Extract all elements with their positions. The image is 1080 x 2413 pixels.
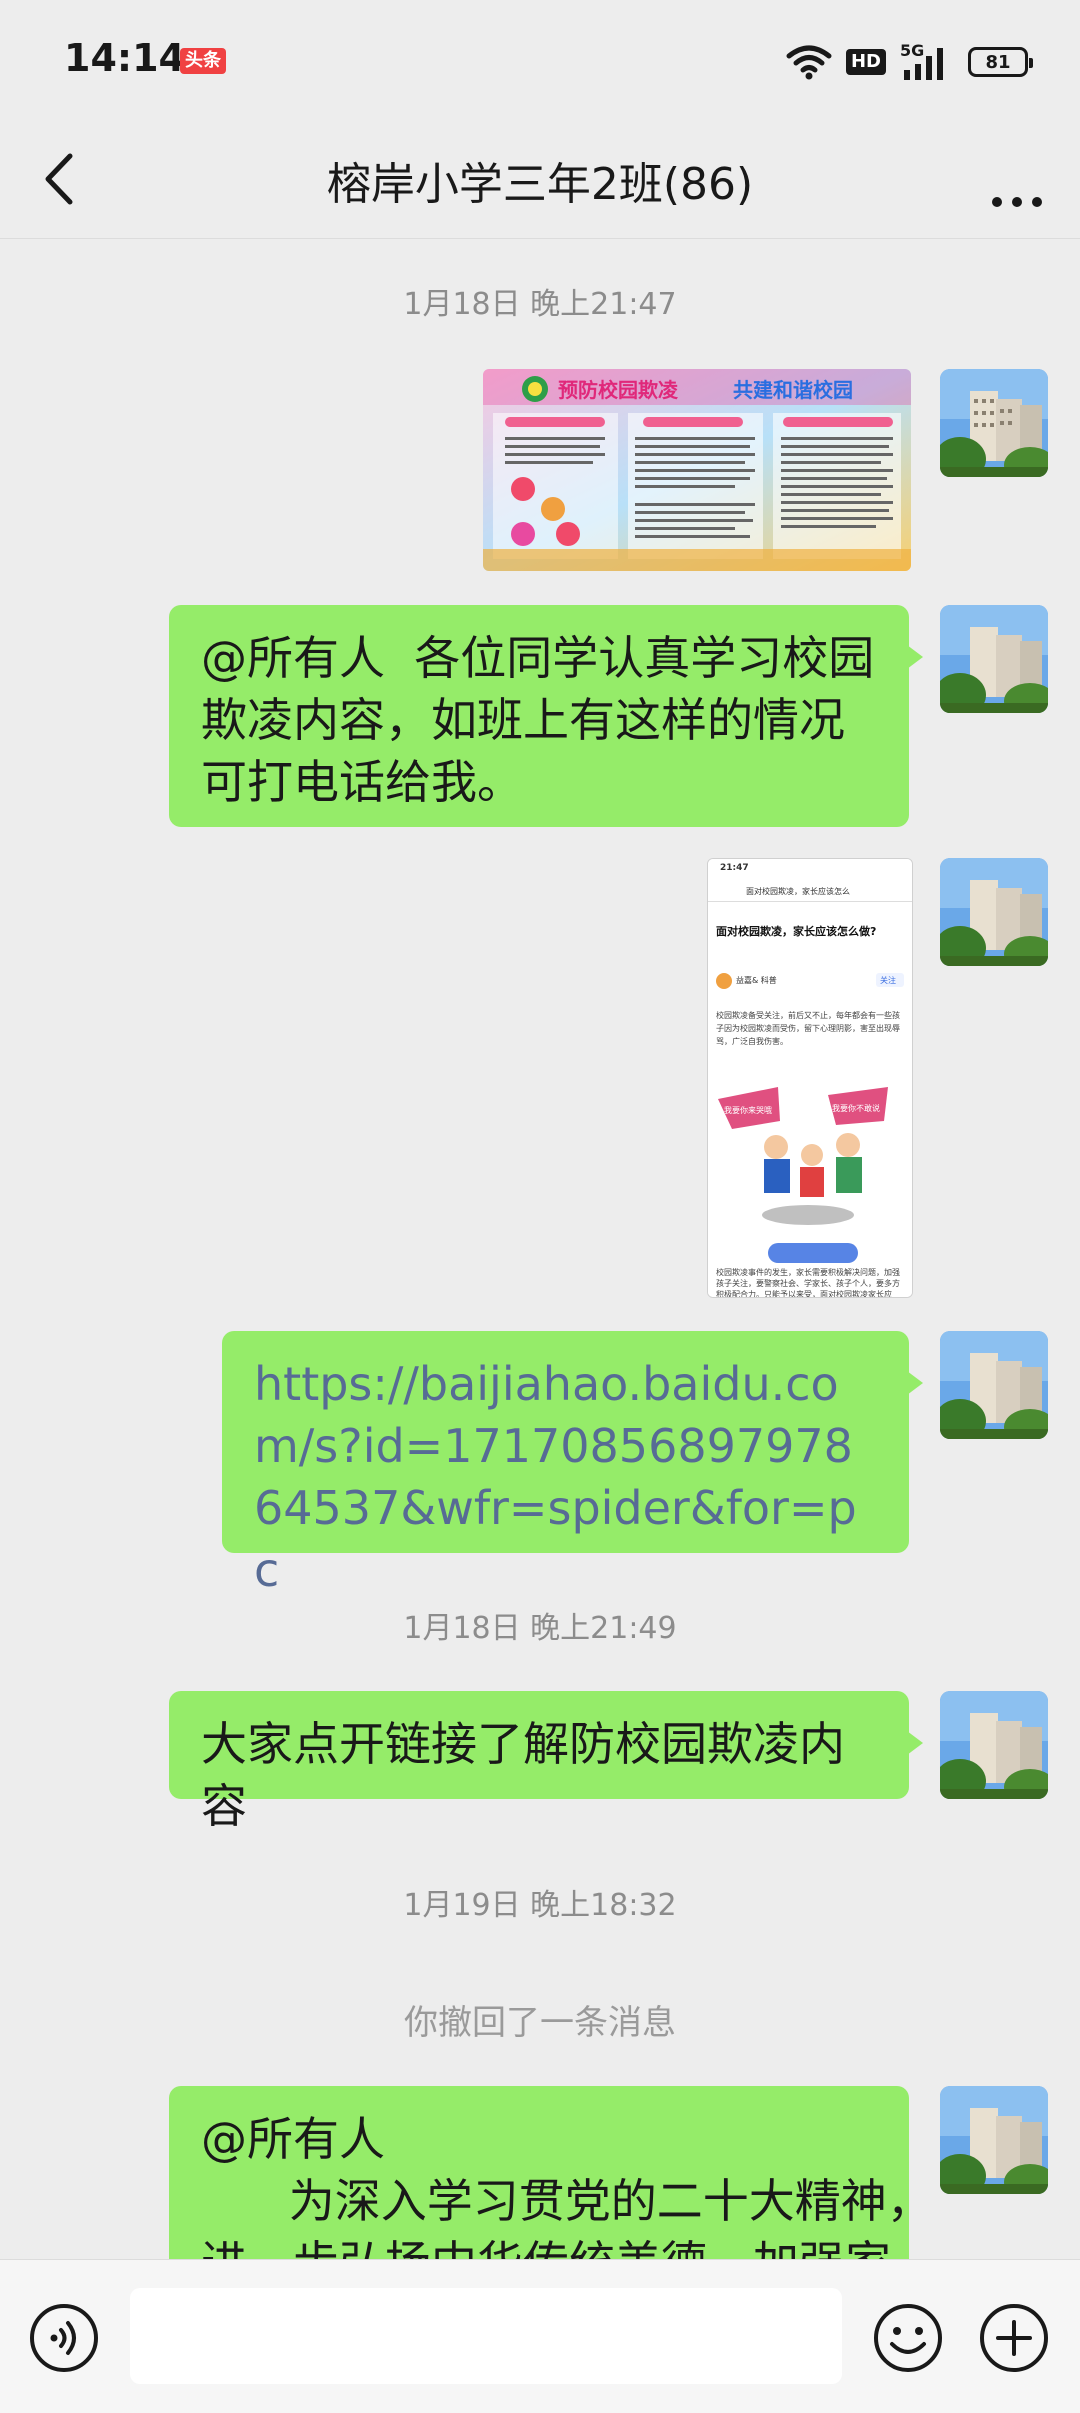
- timestamp: 1月18日 晚上21:49: [403, 1611, 677, 1646]
- signal-icon: 5G: [900, 42, 943, 80]
- emoji-icon[interactable]: [872, 2302, 944, 2374]
- avatar[interactable]: [940, 605, 1048, 713]
- message-bubble[interactable]: 大家点开链接了解防校园欺凌内容: [169, 1691, 923, 1833]
- toutiao-badge-icon: 头条: [180, 48, 226, 74]
- shot-header: 面对校园欺凌，家长应该怎么: [746, 886, 850, 896]
- status-icons: HD 5G 81: [786, 38, 1033, 86]
- building-avatar-image: [940, 1331, 1048, 1439]
- avatar[interactable]: [940, 858, 1048, 966]
- shot-title: 面对校园欺凌，家长应该怎么做?: [716, 924, 876, 938]
- poster-title-right: 共建和谐校园: [733, 378, 853, 402]
- building-avatar-image: [940, 605, 1048, 713]
- shot-footer: 校园欺凌事件的发生，家长需要积极解决问题，加强孩子关注，要警察社会、学家长、孩子…: [716, 1268, 900, 1297]
- message-list[interactable]: 1月18日 晚上21:47 预防校园欺凌 共建和谐校园 @所有人 各位同学认真学…: [0, 239, 1080, 2259]
- anti-bullying-poster-image: 预防校园欺凌 共建和谐校园: [483, 369, 911, 571]
- shot-author: 益嘉& 科普: [736, 975, 777, 985]
- timestamp: 1月19日 晚上18:32: [403, 1888, 677, 1923]
- message-bubble[interactable]: @所有人 为深入学习贯党的二十大精神， 进一步弘扬中华传统美德，加强家: [169, 2086, 909, 2259]
- chat-title[interactable]: 榕岸小学三年2班(86): [0, 148, 1080, 212]
- poster-image-message[interactable]: 预防校园欺凌 共建和谐校园: [483, 369, 911, 571]
- building-avatar-image: [940, 369, 1048, 477]
- status-time: 14:14: [64, 36, 185, 80]
- avatar[interactable]: [940, 1691, 1048, 1799]
- timestamp: 1月18日 晚上21:47: [403, 287, 677, 322]
- plus-icon[interactable]: [978, 2302, 1050, 2374]
- input-bar: [0, 2259, 1080, 2413]
- shot-follow: 关注: [880, 975, 896, 985]
- message-line: 进一步弘扬中华传统美德，加强家: [201, 2232, 891, 2259]
- avatar[interactable]: [940, 1331, 1048, 1439]
- avatar[interactable]: [940, 369, 1048, 477]
- wifi-icon: [786, 45, 832, 80]
- battery-level: 81: [985, 51, 1011, 73]
- status-bar: 14:14 头条 HD 5G 81: [0, 0, 1080, 120]
- shot-speech-right: 我要你不敢说: [832, 1103, 880, 1113]
- chat-header: 榕岸小学三年2班(86): [0, 120, 1080, 239]
- shot-body: 校园欺凌备受关注，前后又不止，每年都会有一些孩子因为校园欺凌而受伤，留下心理阴影…: [716, 1011, 900, 1046]
- building-avatar-image: [940, 858, 1048, 966]
- message-line: 为深入学习贯党的二十大精神，: [201, 2174, 909, 2228]
- battery-icon: 81: [968, 47, 1033, 77]
- more-dots-icon[interactable]: [982, 148, 1052, 208]
- building-avatar-image: [940, 2086, 1048, 2194]
- network-label: 5G: [900, 42, 924, 60]
- article-screenshot-image: 21:47 面对校园欺凌，家长应该怎么 面对校园欺凌，家长应该怎么做? 益嘉& …: [708, 859, 912, 1297]
- poster-title-left: 预防校园欺凌: [558, 378, 679, 402]
- message-line: @所有人: [201, 2112, 385, 2166]
- hd-icon: HD: [845, 49, 886, 75]
- shot-time: 21:47: [720, 863, 749, 873]
- building-avatar-image: [940, 1691, 1048, 1799]
- voice-icon[interactable]: [28, 2302, 100, 2374]
- link-message-bubble[interactable]: https://baijiahao.baidu.com/s?id=1717085…: [222, 1331, 923, 1597]
- article-screenshot-message[interactable]: 21:47 面对校园欺凌，家长应该怎么 面对校园欺凌，家长应该怎么做? 益嘉& …: [707, 858, 913, 1298]
- shot-speech-left: 我要你来哭哦: [724, 1105, 772, 1115]
- message-bubble[interactable]: @所有人 各位同学认真学习校园欺凌内容，如班上有这样的情况可打电话给我。: [169, 605, 923, 827]
- recalled-notice: 你撤回了一条消息: [404, 2003, 676, 2043]
- avatar[interactable]: [940, 2086, 1048, 2194]
- message-input[interactable]: [130, 2288, 842, 2384]
